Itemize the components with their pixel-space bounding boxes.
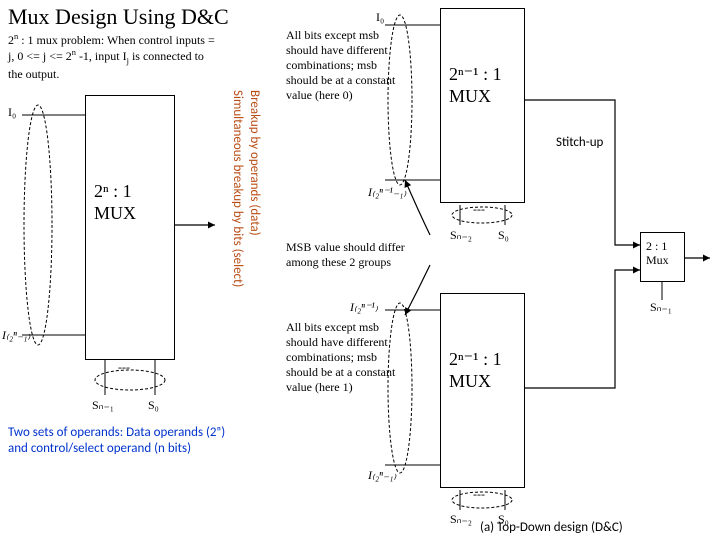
final-2to1-mux: 2 : 1 Mux [640, 232, 685, 282]
vertical-line2: Simultaneous breakup by bits (select) [230, 90, 245, 287]
figure-caption: (a) Top-Down design (D&C) [480, 520, 623, 535]
top-small-mux-line2: MUX [449, 86, 516, 108]
top-small-mux-box: 2ⁿ⁻¹ : 1 MUX [440, 8, 525, 203]
vertical-annotation: Breakup by operands (data) Simultaneous … [228, 90, 262, 390]
big-mux-sel-left: Sₙ₋₁ [92, 398, 114, 413]
left-input-last-label: I₍₂ⁿ₋₁₎ [2, 328, 30, 343]
mid-bot-note: All bits except msb should have differen… [286, 320, 396, 395]
left-input-i0-label: I₀ [8, 105, 16, 120]
mid-top-last: I₍₂ⁿ⁻¹₋₁₎ [368, 185, 406, 200]
top-small-sel-left: Sₙ₋₂ [450, 228, 472, 243]
mid-top-note: All bits except msb should have differen… [286, 28, 396, 103]
msb-differ-note: MSB value should differ among these 2 gr… [286, 240, 436, 270]
big-mux-label-line1: 2ⁿ : 1 [94, 181, 166, 203]
big-mux-box: 2ⁿ : 1 MUX [85, 95, 175, 360]
big-mux-label-line2: MUX [94, 203, 166, 225]
big-mux-sel-right: S₀ [148, 398, 159, 413]
final-mux-line2: Mux [646, 253, 679, 267]
bot-small-sel-left: Sₙ₋₂ [450, 512, 472, 527]
bot-small-mux-line1: 2ⁿ⁻¹ : 1 [449, 349, 516, 371]
stitch-up-label: Stitch-up [556, 135, 603, 150]
mid-top-i0: I₀ [376, 10, 384, 25]
two-sets-note: Two sets of operands: Data operands (2ⁿ)… [8, 425, 228, 456]
final-mux-select: Sₙ₋₁ [650, 300, 672, 315]
final-mux-line1: 2 : 1 [646, 239, 679, 253]
mid-bot-last: I₍₂ⁿ₋₁₎ [368, 468, 396, 483]
bot-small-mux-line2: MUX [449, 371, 516, 393]
bot-small-mux-box: 2ⁿ⁻¹ : 1 MUX [440, 293, 525, 488]
vertical-line1: Breakup by operands (data) [247, 90, 262, 236]
top-small-sel-right: S₀ [498, 228, 509, 243]
top-small-sel-dashes: --- [473, 202, 485, 217]
mid-bot-first: I₍₂ⁿ⁻¹₎ [350, 300, 378, 315]
page-title: Mux Design Using D&C [8, 4, 229, 30]
problem-statement: 2n : 1 mux problem: When control inputs … [8, 32, 218, 82]
big-mux-sel-dashes: --- [118, 360, 130, 375]
top-small-mux-line1: 2ⁿ⁻¹ : 1 [449, 64, 516, 86]
bot-small-sel-dashes: --- [473, 487, 485, 502]
